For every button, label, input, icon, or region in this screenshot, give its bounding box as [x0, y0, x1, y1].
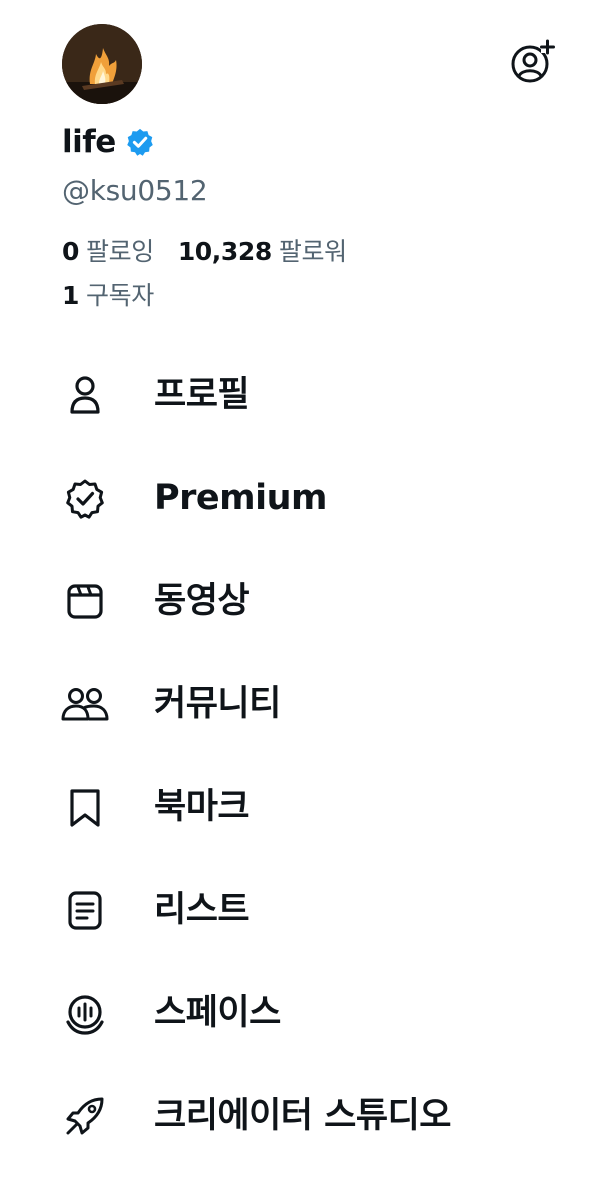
menu-item-label: Premium — [154, 478, 328, 518]
verified-badge-icon — [66, 479, 104, 519]
following-label: 팔로잉 — [86, 237, 154, 266]
menu-item-lists[interactable]: 리스트 — [0, 857, 612, 960]
people-icon — [61, 688, 109, 721]
menu-item-creator-studio[interactable]: 크리에이터 스튜디오 — [0, 1063, 612, 1166]
follow-stats: 0 팔로잉 10,328 팔로워 — [62, 232, 347, 268]
following-count: 0 — [62, 237, 79, 266]
subscribers-label: 구독자 — [86, 281, 154, 310]
menu-item-profile[interactable]: 프로필 — [0, 342, 612, 445]
following-link[interactable]: 0 팔로잉 — [62, 232, 154, 268]
subscribers-count: 1 — [62, 281, 79, 310]
verified-badge-icon — [127, 128, 153, 156]
menu-item-bookmarks[interactable]: 북마크 — [0, 754, 612, 857]
list-icon — [68, 891, 102, 930]
display-name: life — [62, 124, 116, 160]
menu-item-label: 리스트 — [154, 890, 250, 930]
followers-count: 10,328 — [177, 237, 272, 266]
subscribers-link[interactable]: 1 구독자 — [62, 276, 154, 312]
menu-item-label: 북마크 — [154, 787, 250, 827]
menu-item-premium[interactable]: Premium — [0, 445, 612, 548]
menu-item-label: 스페이스 — [154, 993, 281, 1033]
menu-item-label: 동영상 — [154, 581, 250, 621]
followers-link[interactable]: 10,328 팔로워 — [178, 232, 347, 268]
profile-handle: @ksu0512 — [62, 174, 208, 207]
microphone-spaces-icon — [66, 995, 104, 1035]
followers-label: 팔로워 — [278, 237, 347, 266]
bookmark-icon — [70, 789, 100, 827]
menu-item-label: 크리에이터 스튜디오 — [154, 1096, 452, 1136]
person-add-icon — [511, 39, 555, 83]
side-menu: 프로필 Premium 동영상 커뮤니티 북마크 리스트 스페이스 크리에이터 … — [0, 342, 612, 1166]
menu-item-video[interactable]: 동영상 — [0, 548, 612, 651]
avatar-image — [62, 24, 142, 104]
menu-item-label: 커뮤니티 — [154, 684, 281, 724]
profile-name-row[interactable]: life — [62, 120, 155, 164]
menu-item-label: 프로필 — [154, 375, 250, 415]
person-icon — [70, 376, 100, 414]
avatar[interactable] — [62, 24, 142, 104]
video-clapper-icon — [67, 584, 103, 619]
menu-item-communities[interactable]: 커뮤니티 — [0, 651, 612, 754]
menu-item-spaces[interactable]: 스페이스 — [0, 960, 612, 1063]
add-account-button[interactable] — [508, 38, 556, 86]
rocket-icon — [66, 1097, 104, 1135]
